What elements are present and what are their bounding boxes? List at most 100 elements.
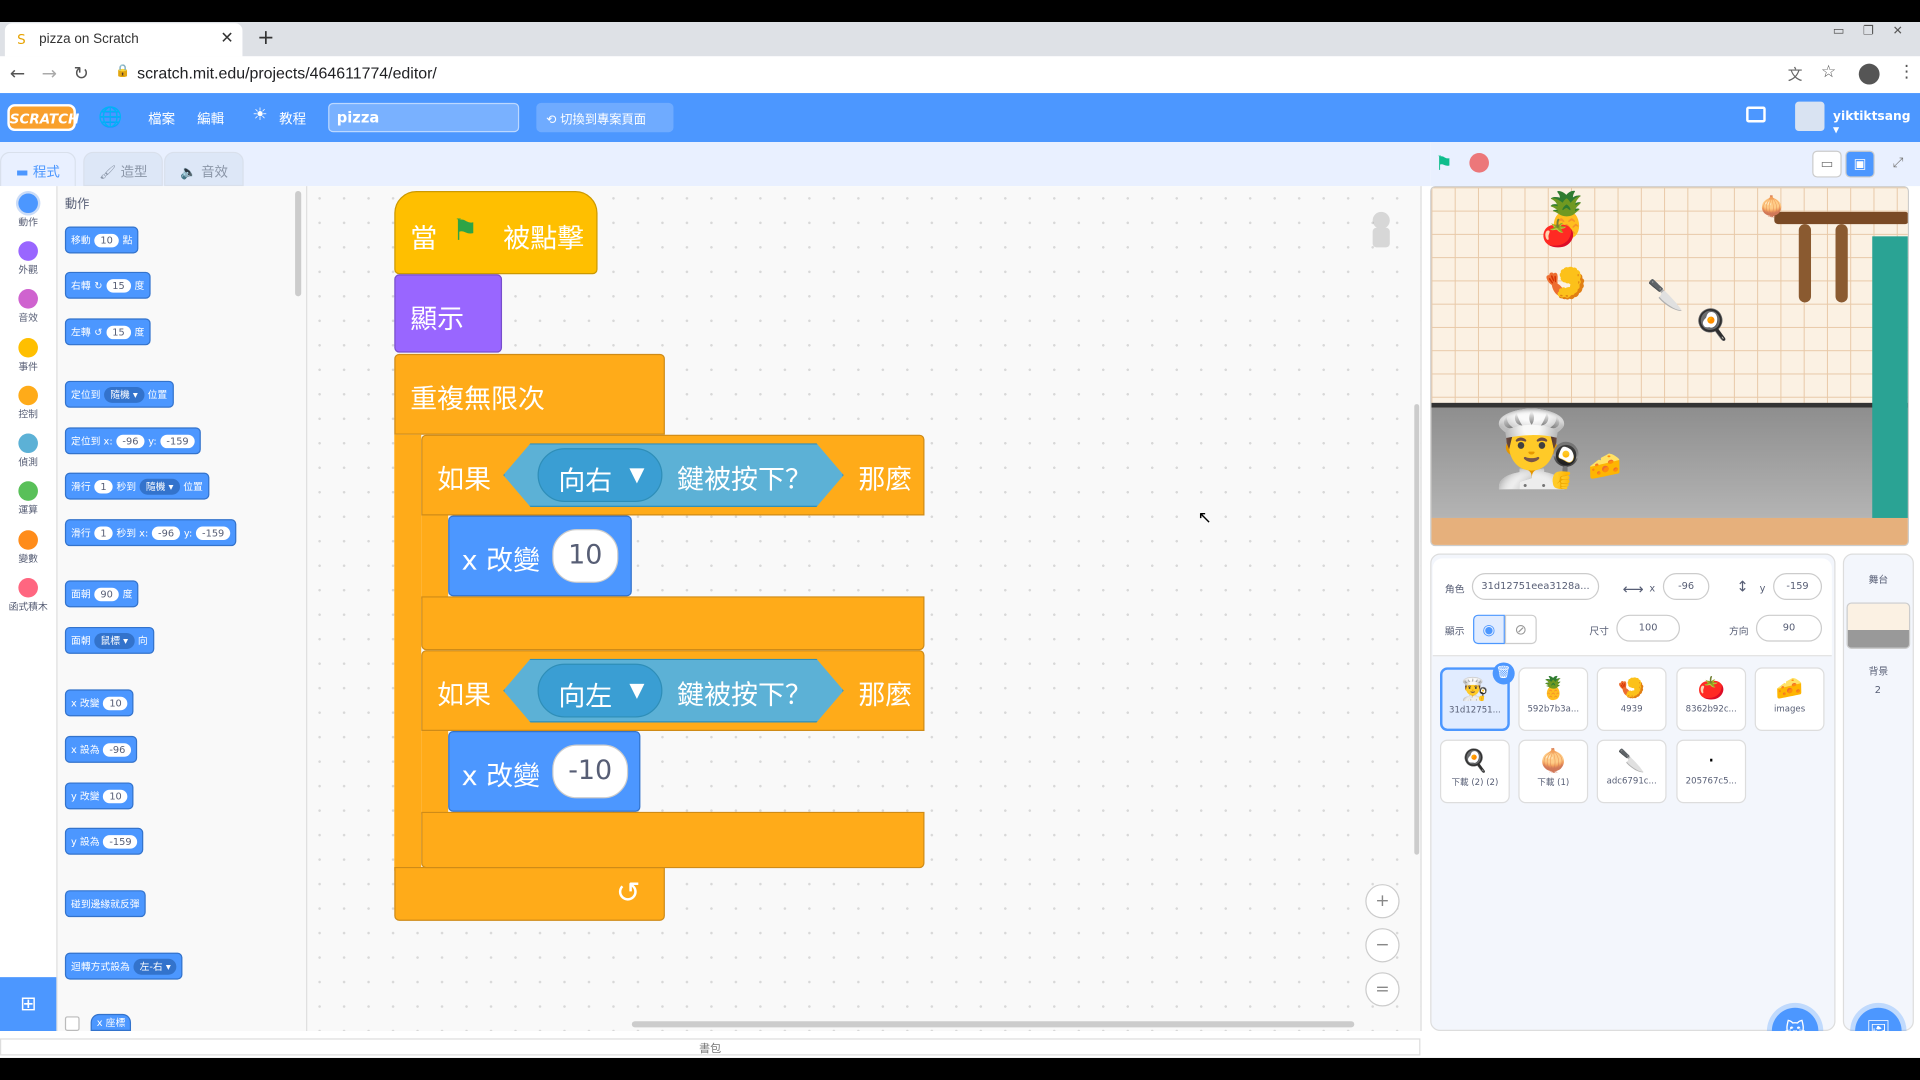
change-x-by-10-block[interactable]: x 改變 10 [448,515,632,597]
show-eye-icon[interactable]: ◉ [1473,614,1505,645]
palette-block-point-direction[interactable]: 面朝 90 度 [64,580,139,608]
show-block[interactable]: 顯示 [394,274,503,353]
palette-block-goto-xy[interactable]: 定位到 x: -96 y: -159 [64,427,201,455]
palette-scrollbar[interactable] [295,191,302,297]
project-title-input[interactable]: pizza [328,102,520,133]
block-input[interactable]: 90 [94,587,120,601]
category-control[interactable]: 控制 [0,385,56,422]
edit-menu[interactable]: 編輯 [197,109,224,129]
browser-menu-icon[interactable]: ⋮ [1898,62,1915,82]
palette-block-x-position[interactable]: x 座標 [90,1013,132,1032]
palette-block-rotation-style[interactable]: 迴轉方式設為 左-右 ▾ [64,952,184,980]
stage-canvas[interactable]: 🍍 🍤 🍅 🔪 🍳 🧅 🧀 👨‍🍳 [1430,186,1909,547]
sprite-y-input[interactable]: -159 [1773,573,1823,601]
sprite-tile-dot[interactable]: · 205767c5... [1676,739,1747,804]
new-tab-icon[interactable]: + [257,26,274,50]
palette-block-set-y[interactable]: y 設為 -159 [64,827,144,855]
language-globe-icon[interactable]: 🌐 [98,105,122,128]
block-dropdown[interactable]: 左-右 ▾ [133,958,177,975]
normal-stage-icon[interactable]: ▣ [1845,150,1875,178]
category-looks[interactable]: 外觀 [0,241,56,277]
script-horizontal-scrollbar[interactable] [631,1021,1355,1028]
key-dropdown-left[interactable]: 向左 ▼ [537,663,663,718]
bookmark-star-icon[interactable]: ☆ [1821,62,1836,82]
if-right-bottom[interactable] [421,596,925,651]
forward-icon[interactable]: → [42,62,57,84]
forever-bottom[interactable]: ↺ [394,866,665,921]
sprite-tile-onion[interactable]: 🧅 下載 (1) [1518,739,1589,804]
category-motion[interactable]: 動作 [0,193,56,229]
script-vertical-scrollbar[interactable] [1414,404,1420,855]
small-stage-icon[interactable]: ▭ [1812,150,1842,178]
my-stuff-folder-icon[interactable] [1746,106,1766,123]
tab-sounds[interactable]: 🔈 音效 [164,151,244,187]
zoom-in-icon[interactable]: + [1365,884,1400,919]
tab-code[interactable]: ▬ 程式 [0,151,76,187]
username-menu[interactable]: yiktiktsang ▾ [1833,110,1920,137]
change-x-by-minus-10-block[interactable]: x 改變 -10 [448,731,641,812]
stage-thumbnail[interactable] [1846,602,1911,649]
sprite-tile-knife[interactable]: 🔪 adc6791c... [1596,739,1667,804]
block-input[interactable]: 15 [106,278,131,293]
sprite-tile-cheese[interactable]: 🧀 images [1754,667,1825,732]
add-extension-button[interactable]: ⊞ [0,977,57,1032]
palette-block-point-towards[interactable]: 面朝 鼠標 ▾ 向 [64,626,154,654]
palette-block-glide[interactable]: 滑行 1 秒到 隨機 ▾ 位置 [64,472,209,500]
see-project-page-button[interactable]: ⟲ 切換到專案頁面 [536,102,674,133]
palette-block-change-x[interactable]: x 改變 10 [64,689,135,717]
category-my-blocks[interactable]: 函式積木 [0,577,56,614]
palette-block-glide-xy[interactable]: 滑行 1 秒到 x: -96 y: -159 [64,519,237,547]
close-tab-icon[interactable]: ✕ [220,29,233,47]
change-x-value-input[interactable]: 10 [552,528,619,583]
block-input[interactable]: 1 [94,525,113,540]
palette-block-move[interactable]: 移動 10 點 [64,226,139,254]
key-dropdown-right[interactable]: 向右 ▼ [537,448,663,503]
x-position-checkbox[interactable] [64,1016,80,1032]
zoom-out-icon[interactable]: − [1365,928,1400,963]
zoom-reset-icon[interactable]: = [1365,972,1400,1007]
fullscreen-icon[interactable]: ⤢ [1883,151,1912,178]
block-input[interactable]: -96 [151,525,181,540]
sprite-x-input[interactable]: -96 [1662,573,1710,601]
stop-icon[interactable] [1469,153,1489,173]
tutorials-menu[interactable]: 教程 [279,109,306,129]
chef-sprite-icon[interactable]: 👨‍🍳 [1493,405,1584,493]
backpack-bar[interactable]: 書包 [0,1038,1421,1056]
scratch-logo[interactable]: SCRATCH [7,104,79,132]
block-input[interactable]: 10 [103,789,128,803]
tab-costumes[interactable]: 🖌 造型 [83,151,164,187]
sprite-direction-input[interactable]: 90 [1755,614,1823,642]
category-operators[interactable]: 運算 [0,481,56,517]
lock-icon[interactable]: 🔒 [115,65,130,78]
category-variables[interactable]: 變數 [0,530,56,566]
if-left-bottom[interactable] [421,811,925,869]
sprite-tile-shrimp[interactable]: 🍤 4939 [1596,667,1667,732]
palette-block-turn-left[interactable]: 左轉 ↺ 15 度 [64,318,151,346]
sprite-tile-egg[interactable]: 🍳 下載 (2) (2) [1440,739,1510,804]
block-input[interactable]: 10 [103,696,128,710]
palette-block-change-y[interactable]: y 改變 10 [64,782,135,810]
reload-icon[interactable]: ↻ [73,62,88,84]
window-controls[interactable]: ▭ ❐ ✕ [1833,24,1910,37]
block-dropdown[interactable]: 隨機 ▾ [139,478,180,495]
green-flag-run-icon[interactable]: ⚑ [1435,152,1453,175]
block-input[interactable]: -96 [116,434,145,448]
sprite-tile-tomato[interactable]: 🍅 8362b92c... [1676,667,1747,732]
file-menu[interactable]: 檔案 [148,109,175,129]
palette-block-bounce[interactable]: 碰到邊緣就反彈 [64,890,146,918]
back-icon[interactable]: ← [10,62,25,84]
palette-block-turn-right[interactable]: 右轉 ↻ 15 度 [64,271,151,299]
user-avatar[interactable] [1795,101,1825,132]
when-flag-clicked-block[interactable]: 當 ⚑ 被點擊 [394,191,598,275]
block-input[interactable]: -159 [103,834,138,848]
block-input[interactable]: 15 [106,325,131,339]
sprite-name-input[interactable]: 31d12751eea3128a... [1471,573,1600,601]
block-input[interactable]: 10 [94,233,120,247]
block-input[interactable]: -159 [195,525,231,540]
category-events[interactable]: 事件 [0,337,56,374]
account-icon[interactable] [1858,63,1880,85]
if-right-block[interactable]: 如果 向右 ▼ 鍵被按下？ 那麼 [421,434,925,516]
block-dropdown[interactable]: 鼠標 ▾ [94,632,135,649]
category-sensing[interactable]: 偵測 [0,433,56,469]
sprite-tile-pineapple[interactable]: 🍍 592b7b3a... [1518,667,1589,732]
